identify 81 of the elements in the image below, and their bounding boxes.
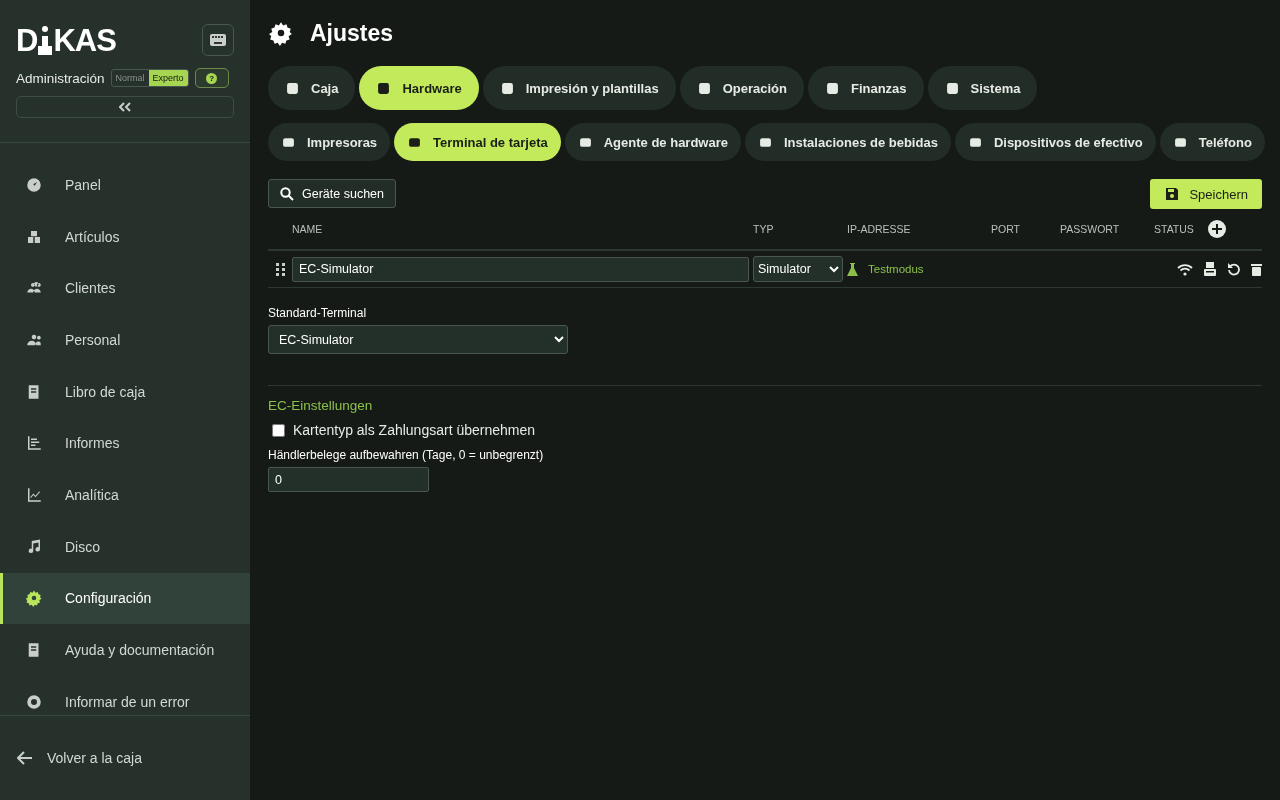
tab-icon [408, 135, 422, 149]
tab-icon [697, 81, 711, 95]
sidebar-item[interactable]: Analítica [0, 469, 250, 521]
search-icon [280, 186, 294, 201]
terminal-select[interactable]: EC-Simulator [268, 325, 568, 354]
reset-icon[interactable] [1227, 262, 1241, 276]
column-header: PASSWORT [1060, 223, 1121, 235]
tab-icon [282, 135, 295, 149]
menu-icon [25, 692, 43, 711]
status-text: Testmodus [868, 263, 924, 275]
checkbox-label: Kartentyp als Zahlungsart übernehmen [293, 422, 536, 438]
menu-icon [25, 175, 43, 194]
tab-icon [1173, 135, 1187, 149]
logo-text: D [16, 24, 38, 56]
sidebar-item[interactable]: Configuración [0, 572, 250, 625]
settings-tab[interactable]: Hardware [359, 66, 479, 110]
settings-tab[interactable]: Caja [268, 66, 356, 110]
settings-tab[interactable]: Finanzas [807, 66, 924, 110]
type-select[interactable]: Simulator [753, 256, 843, 282]
subtab[interactable]: Agente de hardware [564, 123, 741, 161]
column-header: PORT [991, 223, 1021, 235]
column-header: NAME [292, 223, 324, 235]
sidebar-item[interactable]: Personal [0, 314, 250, 366]
tab-icon [377, 81, 391, 95]
help-button[interactable]: ? [194, 68, 229, 88]
field-label: Händlerbelege aufbewahren (Tage, 0 = unbegrenzt) [268, 448, 545, 462]
mode-toggle[interactable]: Normal [111, 70, 149, 86]
drag-handle-icon[interactable] [275, 262, 285, 276]
arrow-left-icon [17, 751, 33, 765]
days-field[interactable]: 0 [268, 467, 429, 492]
settings-tab[interactable]: Sistema [927, 66, 1038, 110]
mode-toggle[interactable]: Experto [148, 70, 188, 86]
sidebar-item[interactable]: Disco [0, 520, 250, 573]
page-title: Ajustes [310, 19, 394, 47]
flask-icon [847, 262, 858, 276]
trash-icon[interactable] [1251, 262, 1262, 276]
sidebar-item[interactable]: Libro de caja [0, 365, 250, 418]
save-button[interactable]: Speichern [1150, 179, 1262, 209]
checkbox[interactable] [272, 423, 285, 437]
tab-icon [578, 135, 592, 149]
sidebar-item[interactable]: Panel [0, 159, 250, 211]
menu-icon [25, 434, 43, 453]
section-heading: EC-Einstellungen [268, 398, 374, 413]
column-header: IP-ADRESSE [847, 223, 912, 235]
menu-icon [25, 485, 43, 504]
search-button[interactable]: Geräte suchen [268, 179, 396, 208]
wifi-icon[interactable] [1177, 262, 1193, 276]
floppy-icon [1165, 187, 1180, 201]
name-field[interactable]: EC-Simulator [292, 256, 749, 282]
sidebar-item[interactable]: Artículos [0, 210, 250, 263]
finger-icon [37, 25, 54, 56]
subtab[interactable]: Teléfono [1159, 123, 1265, 161]
tab-icon [945, 81, 959, 95]
column-header: STATUS [1154, 223, 1194, 235]
tab-icon [286, 81, 299, 95]
menu-icon [25, 589, 43, 608]
gear-icon [268, 20, 294, 46]
sidebar-item[interactable]: Informar de un error [0, 675, 250, 715]
terminal-icon[interactable] [1203, 262, 1217, 276]
logo-text: KAS [53, 24, 116, 56]
sidebar-item[interactable]: Informes [0, 417, 250, 470]
double-chevron-icon [119, 102, 131, 112]
column-header: TYP [753, 223, 775, 235]
add-icon[interactable] [1207, 220, 1226, 238]
keyboard-button[interactable] [202, 24, 234, 56]
tab-icon [500, 81, 514, 95]
sidebar-item[interactable]: Clientes [0, 262, 250, 315]
subtab[interactable]: Instalaciones de bebidas [745, 123, 951, 161]
keyboard-icon [210, 34, 226, 46]
subtab[interactable]: Impresoras [268, 123, 391, 161]
subtab[interactable]: Terminal de tarjeta [394, 123, 561, 161]
settings-tab[interactable]: Operación [679, 66, 804, 110]
sidebar-item[interactable]: Ayuda y documentación [0, 624, 250, 676]
subtab[interactable]: Dispositivos de efectivo [954, 123, 1156, 161]
field-label: Standard-Terminal [268, 306, 368, 320]
tab-icon [759, 135, 772, 149]
tab-icon [968, 135, 982, 149]
section-label: Administración [16, 70, 105, 86]
tab-icon [825, 81, 839, 95]
back-link[interactable]: Volver a la caja [0, 715, 250, 800]
settings-tab[interactable]: Impresión y plantillas [482, 66, 676, 110]
